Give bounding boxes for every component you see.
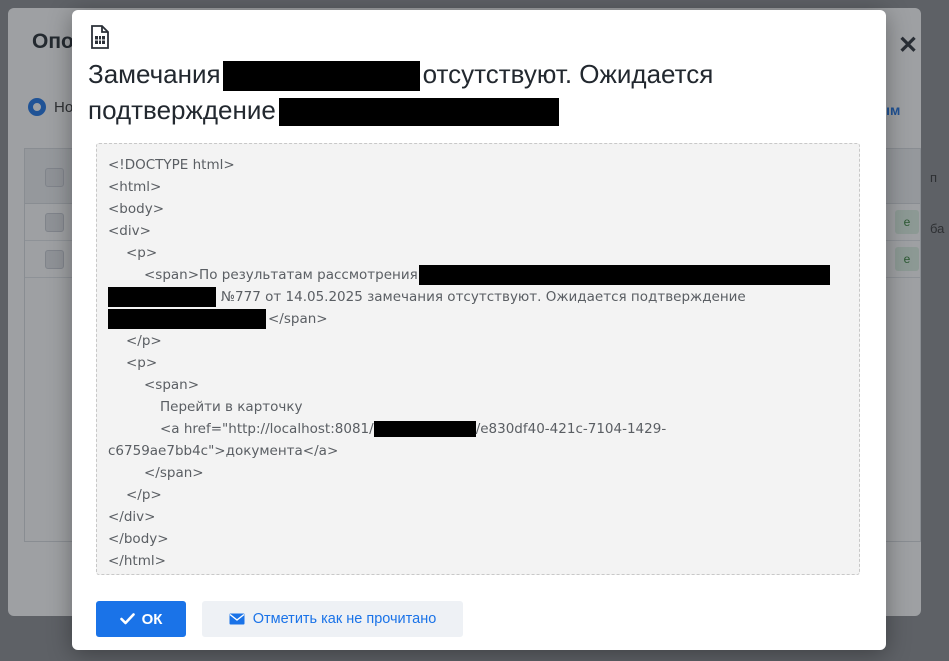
code-line: </div> (108, 509, 156, 525)
code-line: <p> (126, 355, 158, 371)
code-line: </span> (144, 465, 204, 481)
code-line: Перейти в карточку (160, 399, 303, 415)
code-line: <div> (108, 223, 151, 239)
code-line: <!DOCTYPE html> (108, 157, 235, 173)
code-text: <span>По результатам рассмотрения (144, 267, 418, 283)
code-line: </p> (126, 333, 162, 349)
code-line: <p> (126, 245, 158, 261)
code-line: c6759ae7bb4c">документа</a> (108, 443, 339, 459)
code-line: <html> (108, 179, 162, 195)
title-text-part: подтверждение (88, 95, 276, 125)
ok-button-label: ОК (141, 610, 163, 628)
code-line: №777 от 14.05.2025 замечания отсутствуют… (108, 286, 849, 308)
title-text-part: отсутствуют. Ожидается (422, 59, 714, 89)
code-text: №777 от 14.05.2025 замечания отсутствуют… (221, 289, 746, 305)
mark-unread-button-label: Отметить как не прочитано (252, 611, 437, 627)
redacted-block (108, 309, 266, 329)
title-text-part: Замечания (88, 59, 221, 89)
code-line: </body> (108, 531, 169, 547)
code-line: <span> (144, 377, 200, 393)
document-table-icon (91, 25, 109, 49)
mark-unread-button[interactable]: Отметить как не прочитано (202, 601, 463, 637)
html-source-box[interactable]: <!DOCTYPE html> <html> <body> <div> <p> … (96, 143, 860, 575)
redacted-block (278, 98, 559, 127)
code-line: <a href="http://localhost:8081/ /e830df40… (108, 418, 849, 440)
notification-modal: Замечания отсутствуют. Ожидается подтверж… (72, 10, 886, 650)
redacted-block (373, 421, 476, 437)
code-line: </html> (108, 553, 166, 569)
code-text: /e830df40-421c-7104-1429- (475, 421, 667, 437)
code-line: <span>По результатам рассмотрения (108, 264, 849, 286)
code-line: </p> (126, 487, 162, 503)
code-line: </span> (108, 308, 849, 330)
redacted-block (222, 61, 420, 92)
redacted-block (108, 287, 216, 307)
envelope-icon (229, 613, 245, 625)
code-text: <a href="http://localhost:8081/ (160, 421, 374, 437)
redacted-block (418, 265, 830, 285)
modal-title: Замечания отсутствуют. Ожидается подтверж… (88, 56, 788, 128)
checkmark-icon (119, 613, 135, 625)
code-line: <body> (108, 201, 165, 217)
ok-button[interactable]: ОК (96, 601, 186, 637)
code-text: </span> (268, 311, 328, 327)
